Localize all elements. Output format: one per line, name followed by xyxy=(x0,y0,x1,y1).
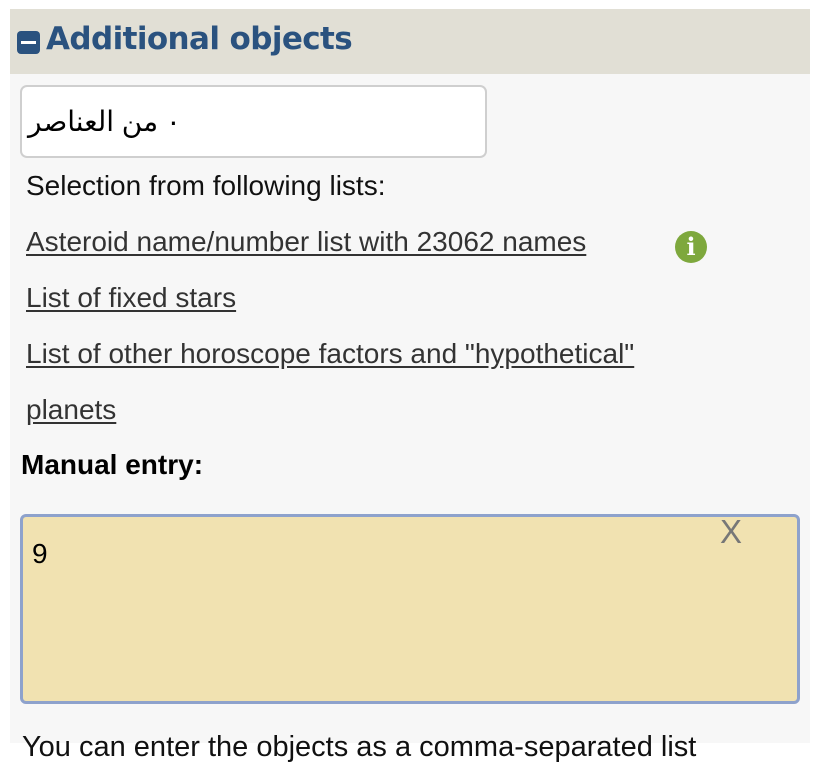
object-select-value: ٠ من العناصر xyxy=(28,106,181,137)
help-text: You can enter the objects as a comma-sep… xyxy=(22,731,697,763)
section-title[interactable]: Additional objects xyxy=(46,21,353,57)
manual-entry-textarea[interactable]: 9 X xyxy=(20,513,800,704)
manual-entry-value: 9 xyxy=(32,538,48,569)
clear-icon[interactable]: X xyxy=(720,513,742,551)
object-select[interactable]: ٠ من العناصر xyxy=(20,85,487,158)
other-factors-link[interactable]: List of other horoscope factors and "hyp… xyxy=(26,338,634,370)
section-header[interactable]: Additional objects xyxy=(10,9,810,74)
minus-bar xyxy=(21,41,36,44)
minus-square-icon[interactable] xyxy=(17,31,40,54)
manual-entry-label: Manual entry: xyxy=(21,449,204,480)
lists-intro-text: Selection from following lists: xyxy=(26,170,386,201)
info-circle-icon[interactable]: i xyxy=(675,231,707,263)
fixed-stars-link[interactable]: List of fixed stars xyxy=(26,282,236,314)
additional-objects-panel: Additional objects ٠ من العناصر Selectio… xyxy=(10,9,810,763)
asteroid-list-link[interactable]: Asteroid name/number list with 23062 nam… xyxy=(26,226,586,258)
other-factors-link-continued[interactable]: planets xyxy=(26,394,116,426)
